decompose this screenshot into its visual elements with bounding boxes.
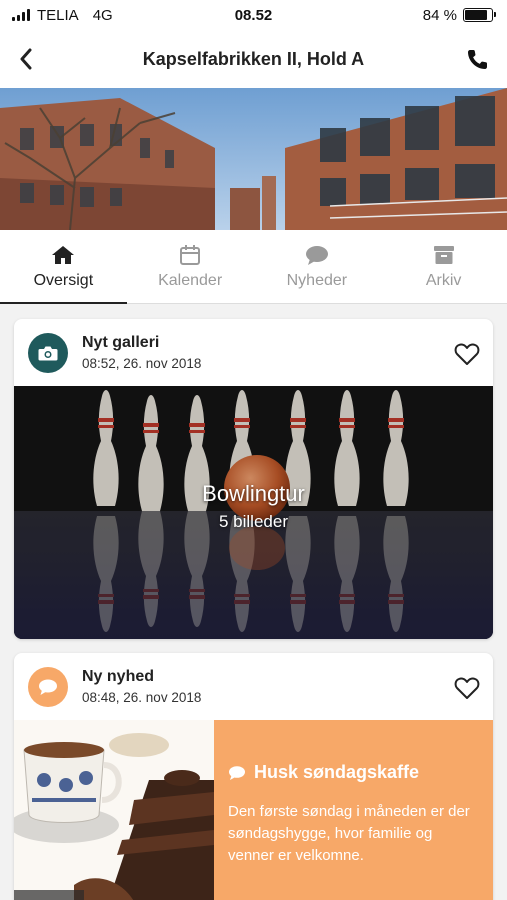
camera-icon — [38, 346, 58, 360]
tab-label: Kalender — [158, 271, 223, 289]
tab-nyheder[interactable]: Nyheder — [254, 230, 381, 303]
group-hero-image — [0, 88, 507, 230]
phone-icon — [468, 50, 487, 69]
gallery-cover-image[interactable]: Bowlingtur 5 billeder — [14, 386, 493, 639]
battery-fill — [465, 10, 487, 20]
tab-label: Oversigt — [33, 271, 94, 289]
network-label: 4G — [92, 6, 113, 24]
news-headline: Husk søndagskaffe — [228, 762, 481, 783]
carrier-label: TELIA — [37, 6, 79, 24]
news-avatar — [28, 666, 68, 707]
building-photo — [0, 88, 507, 230]
chat-bubble-icon — [39, 679, 57, 695]
card-timestamp: 08:52, 26. nov 2018 — [82, 356, 202, 371]
news-preview-panel[interactable]: Husk søndagskaffe Den første søndag i må… — [214, 720, 493, 900]
battery-percent: 84 % — [422, 6, 457, 24]
news-excerpt: Den første søndag i måneden er der sønda… — [228, 803, 470, 864]
gallery-caption: Bowlingtur 5 billeder — [14, 481, 493, 532]
chevron-left-icon — [20, 48, 32, 70]
tab-label: Nyheder — [286, 271, 348, 289]
heart-icon — [454, 343, 480, 365]
status-bar: TELIA 4G 08.52 84 % — [0, 0, 507, 30]
home-icon — [51, 244, 75, 266]
news-headline-text: Husk søndagskaffe — [254, 762, 420, 782]
like-button[interactable] — [453, 341, 481, 367]
card-timestamp: 08:48, 26. nov 2018 — [82, 690, 202, 705]
tab-label: Arkiv — [425, 271, 462, 289]
heart-icon — [454, 677, 480, 699]
tab-bar: Oversigt Kalender Nyheder Arkiv — [0, 230, 507, 304]
news-body: Husk søndagskaffe Den første søndag i må… — [14, 720, 493, 900]
card-title: Nyt galleri — [82, 334, 160, 351]
card-header: Ny nyhed 08:48, 26. nov 2018 — [14, 653, 493, 720]
chat-bubble-icon — [229, 765, 245, 780]
tab-kalender[interactable]: Kalender — [127, 230, 254, 303]
chat-bubble-icon — [305, 244, 329, 266]
feed-card-news[interactable]: Ny nyhed 08:48, 26. nov 2018 Husk søndag… — [14, 653, 493, 900]
signal-icon — [12, 9, 30, 21]
header: Kapselfabrikken II, Hold A — [0, 30, 507, 88]
gallery-avatar — [28, 332, 68, 373]
card-text: Ny nyhed 08:48, 26. nov 2018 — [82, 668, 201, 705]
feed-card-gallery[interactable]: Nyt galleri 08:52, 26. nov 2018 Bowlingt… — [14, 319, 493, 639]
coffee-cake-photo — [14, 720, 214, 900]
card-header: Nyt galleri 08:52, 26. nov 2018 — [14, 319, 493, 386]
tab-arkiv[interactable]: Arkiv — [380, 230, 507, 303]
calendar-icon — [178, 244, 202, 266]
call-button[interactable] — [461, 42, 495, 76]
gallery-image-count: 5 billeder — [219, 512, 288, 531]
like-button[interactable] — [453, 675, 481, 701]
battery-icon — [463, 8, 496, 22]
news-image[interactable] — [14, 720, 214, 900]
card-text: Nyt galleri 08:52, 26. nov 2018 — [82, 334, 201, 371]
archive-icon — [432, 244, 456, 266]
status-right: 84 % — [422, 6, 496, 24]
card-title: Ny nyhed — [82, 668, 155, 685]
back-button[interactable] — [12, 42, 40, 76]
status-left: TELIA 4G — [12, 7, 113, 24]
tab-oversigt[interactable]: Oversigt — [0, 230, 127, 304]
page-title: Kapselfabrikken II, Hold A — [142, 48, 365, 69]
gallery-name: Bowlingtur — [202, 481, 305, 506]
